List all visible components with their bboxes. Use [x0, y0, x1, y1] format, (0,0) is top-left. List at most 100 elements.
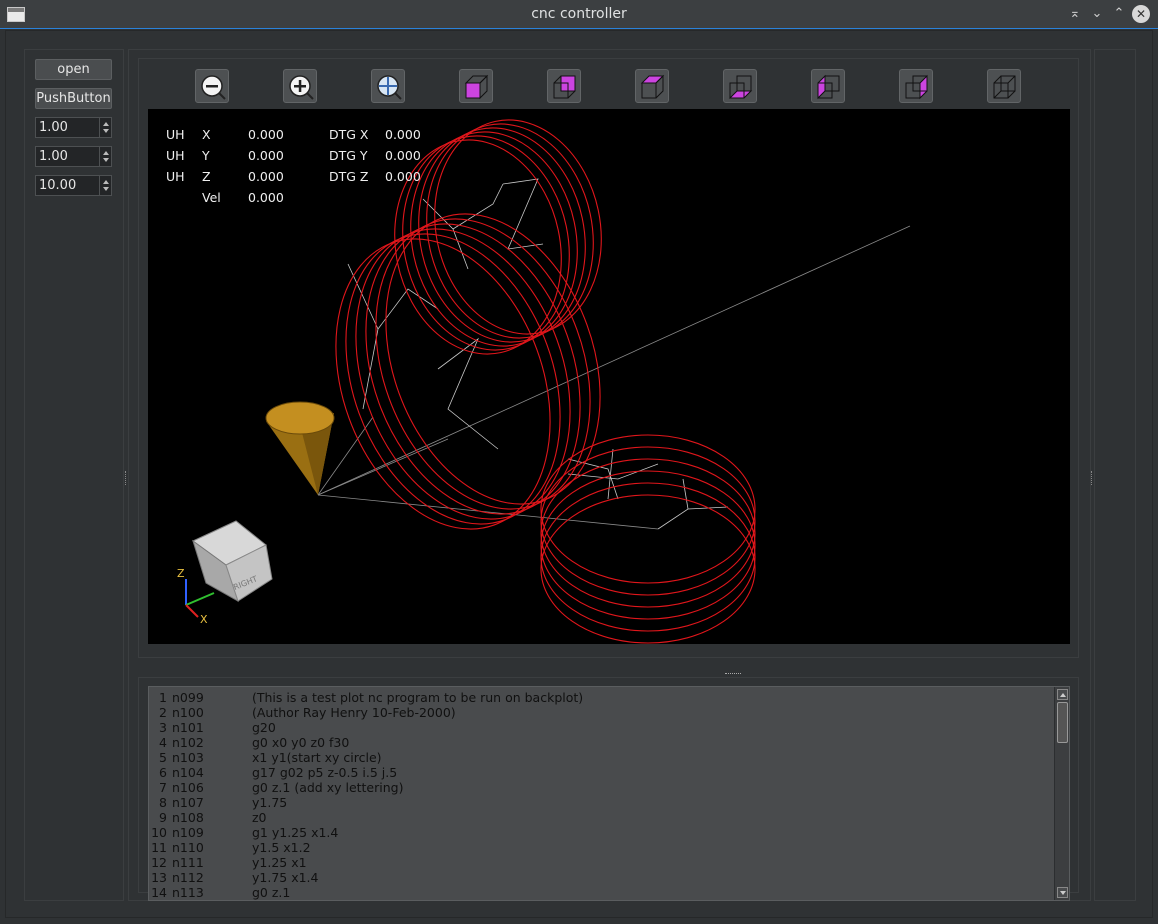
gcode-line[interactable]: 4 n102 g0 x0 y0 z0 f30: [149, 735, 1054, 750]
zoom-out-icon: [201, 75, 226, 100]
line-code: g1 y1.25 x1.4: [252, 825, 339, 840]
spin-up-icon[interactable]: [103, 180, 109, 184]
view-back-icon: [993, 75, 1016, 99]
zoom-fit-button[interactable]: [371, 69, 405, 103]
spinbox-3-value: 10.00: [39, 178, 77, 193]
close-button[interactable]: ✕: [1132, 5, 1150, 23]
line-number: 2: [159, 705, 167, 720]
gcode-line[interactable]: 6 n104 g17 g02 p5 z-0.5 i.5 j.5: [149, 765, 1054, 780]
view-bottom-icon: [728, 75, 753, 99]
view-left-button[interactable]: [811, 69, 845, 103]
line-number: 12: [151, 855, 167, 870]
gcode-line[interactable]: 10 n109 g1 y1.25 x1.4: [149, 825, 1054, 840]
zoom-in-icon: [289, 75, 314, 100]
gcode-scrollbar[interactable]: [1054, 687, 1069, 900]
spinbox-3[interactable]: 10.00: [35, 175, 112, 196]
view-iso-button[interactable]: [459, 69, 493, 103]
spin-down-icon[interactable]: [103, 158, 109, 162]
line-number: 3: [159, 720, 167, 735]
scroll-thumb[interactable]: [1057, 702, 1068, 743]
spin-down-icon[interactable]: [103, 187, 109, 191]
line-code: z0: [252, 810, 267, 825]
line-code: (This is a test plot nc program to be ru…: [252, 690, 584, 705]
view-iso-icon: [464, 74, 489, 100]
line-label: n099: [172, 690, 204, 705]
zoom-in-button[interactable]: [283, 69, 317, 103]
view-back-button[interactable]: [987, 69, 1021, 103]
dro-x-unit: UH: [166, 127, 185, 142]
gcode-line[interactable]: 14 n113 g0 z.1: [149, 885, 1054, 900]
gcode-line[interactable]: 5 n103 x1 y1(start xy circle): [149, 750, 1054, 765]
view-right-button[interactable]: [899, 69, 933, 103]
spin-down-icon[interactable]: [103, 129, 109, 133]
line-label: n113: [172, 885, 204, 900]
line-label: n103: [172, 750, 204, 765]
line-number: 9: [159, 810, 167, 825]
dro-vel-value: 0.000: [248, 190, 284, 205]
dro-x-value: 0.000: [248, 127, 284, 142]
open-button[interactable]: open: [35, 59, 112, 80]
left-dock: open PushButton 1.00 1.00 10.00: [24, 49, 124, 901]
gcode-line[interactable]: 9 n108 z0: [149, 810, 1054, 825]
line-label: n106: [172, 780, 204, 795]
scroll-down-icon[interactable]: [1057, 887, 1068, 898]
backplot-viewport[interactable]: RIGHT Z X UH X 0.000 DTG X 0.000 UH Y 0.…: [148, 109, 1070, 644]
dro-x-axis: X: [202, 127, 211, 142]
zoom-out-button[interactable]: [195, 69, 229, 103]
line-number: 5: [159, 750, 167, 765]
push-button[interactable]: PushButton: [35, 88, 112, 109]
line-number: 7: [159, 780, 167, 795]
spinbox-1-arrows[interactable]: [99, 118, 111, 137]
spin-up-icon[interactable]: [103, 122, 109, 126]
line-number: 8: [159, 795, 167, 810]
spinbox-1[interactable]: 1.00: [35, 117, 112, 138]
vertical-splitter-handle[interactable]: [725, 673, 741, 676]
view-front-icon: [640, 74, 665, 99]
line-number: 10: [151, 825, 167, 840]
spinbox-2-arrows[interactable]: [99, 147, 111, 166]
dro-dtg-z-value: 0.000: [385, 169, 421, 184]
spinbox-3-arrows[interactable]: [99, 176, 111, 195]
gcode-line[interactable]: 8 n107 y1.75: [149, 795, 1054, 810]
minimize-button[interactable]: ⌄: [1088, 5, 1106, 23]
view-toolbar: [139, 59, 1078, 111]
line-code: g0 x0 y0 z0 f30: [252, 735, 350, 750]
spin-up-icon[interactable]: [103, 151, 109, 155]
rapid-lines: [317, 178, 911, 530]
main-window: cnc controller ⌅ ⌄ ⌃ ✕ open PushButton 1…: [0, 0, 1158, 924]
scroll-up-icon[interactable]: [1057, 689, 1068, 700]
tool-cone: [265, 401, 335, 495]
view-bottom-button[interactable]: [723, 69, 757, 103]
line-number: 14: [151, 885, 167, 900]
line-label: n111: [172, 855, 204, 870]
line-code: y1.75 x1.4: [252, 870, 319, 885]
dro-dtg-x-label: DTG X: [329, 127, 369, 142]
view-front-button[interactable]: [635, 69, 669, 103]
spinbox-1-value: 1.00: [39, 120, 68, 135]
line-number: 1: [159, 690, 167, 705]
gcode-line[interactable]: 1 n099 (This is a test plot nc program to …: [149, 690, 1054, 705]
line-code: x1 y1(start xy circle): [252, 750, 382, 765]
dro-dtg-y-label: DTG Y: [329, 148, 368, 163]
view-top-icon: [553, 75, 576, 99]
line-code: y1.5 x1.2: [252, 840, 311, 855]
line-code: (Author Ray Henry 10-Feb-2000): [252, 705, 456, 720]
maximize-button[interactable]: ⌃: [1110, 5, 1128, 23]
line-label: n107: [172, 795, 204, 810]
line-label: n110: [172, 840, 204, 855]
gcode-line[interactable]: 2 n100 (Author Ray Henry 10-Feb-2000): [149, 705, 1054, 720]
spinbox-2-value: 1.00: [39, 149, 68, 164]
gcode-listing[interactable]: 1 n099 (This is a test plot nc program to …: [148, 686, 1070, 901]
view-top-button[interactable]: [547, 69, 581, 103]
gcode-line[interactable]: 7 n106 g0 z.1 (add xy lettering): [149, 780, 1054, 795]
keep-above-button[interactable]: ⌅: [1066, 5, 1084, 23]
view-cube[interactable]: RIGHT Z X: [177, 520, 273, 626]
window-title: cnc controller: [531, 6, 627, 22]
gcode-line[interactable]: 11 n110 y1.5 x1.2: [149, 840, 1054, 855]
spinbox-2[interactable]: 1.00: [35, 146, 112, 167]
gcode-line[interactable]: 3 n101 g20: [149, 720, 1054, 735]
gcode-line[interactable]: 13 n112 y1.75 x1.4: [149, 870, 1054, 885]
dro-vel-label: Vel: [202, 190, 221, 205]
line-number: 6: [159, 765, 167, 780]
gcode-line[interactable]: 12 n111 y1.25 x1: [149, 855, 1054, 870]
